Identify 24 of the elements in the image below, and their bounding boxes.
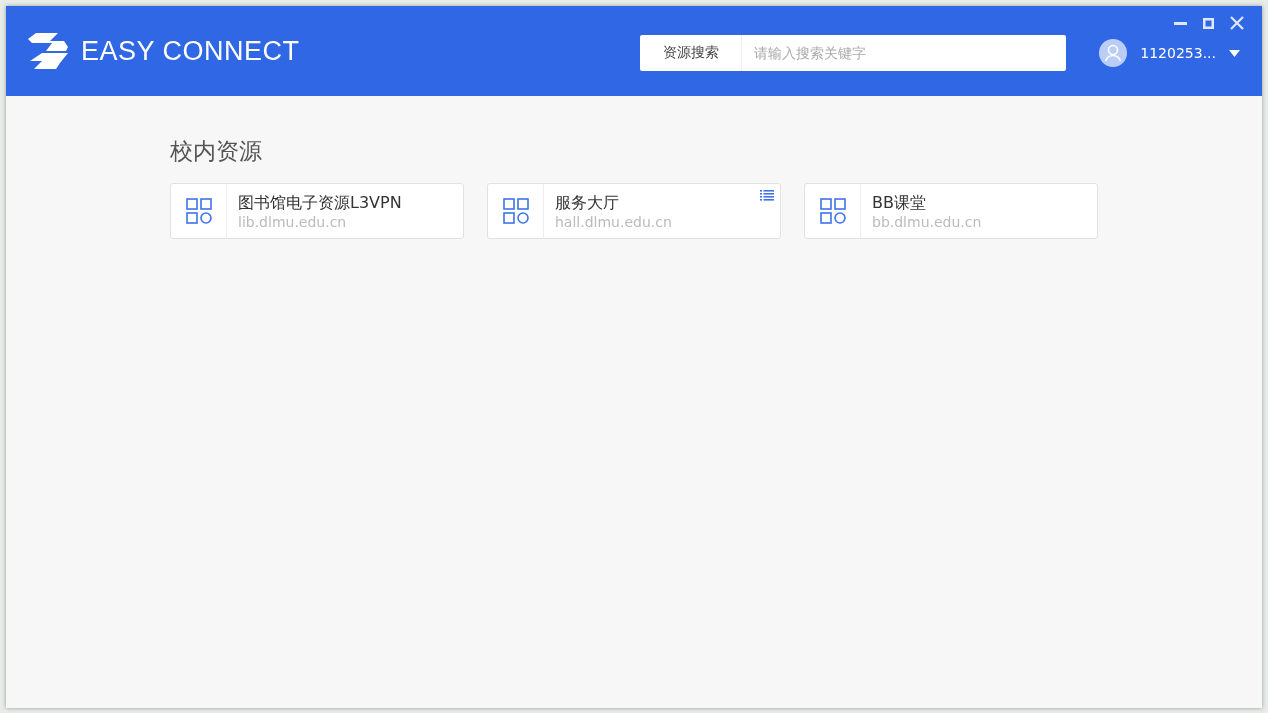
resource-card[interactable]: 服务大厅 hall.dlmu.edu.cn [487,183,781,239]
close-icon[interactable] [1230,16,1244,30]
resource-name: 服务大厅 [555,192,620,214]
minimize-icon[interactable] [1174,21,1187,25]
user-name[interactable]: 1120253... [1140,45,1216,61]
avatar-icon[interactable] [1099,39,1128,67]
resource-address: hall.dlmu.edu.cn [555,213,672,230]
search-button[interactable]: 资源搜索 [640,35,743,71]
list-icon[interactable] [760,190,774,201]
apps-icon [185,198,212,224]
logo-icon [28,33,68,69]
caret-icon[interactable] [1229,49,1240,57]
resource-name: 图书馆电子资源L3VPN [238,192,402,214]
apps-icon [502,198,529,224]
resource-address: lib.dlmu.edu.cn [238,213,348,230]
search-field[interactable]: 请输入搜索关键字 [742,35,1067,71]
maximize-icon[interactable] [1203,17,1214,29]
section-title: 校内资源 [170,137,263,166]
app-title: EASY CONNECT [81,35,300,67]
resource-address: bb.dlmu.edu.cn [872,213,982,230]
resource-card[interactable]: BB课堂 bb.dlmu.edu.cn [804,183,1098,239]
resource-card[interactable]: 图书馆电子资源L3VPN lib.dlmu.edu.cn [170,183,464,239]
resource-name: BB课堂 [872,192,927,214]
apps-icon [819,198,846,224]
